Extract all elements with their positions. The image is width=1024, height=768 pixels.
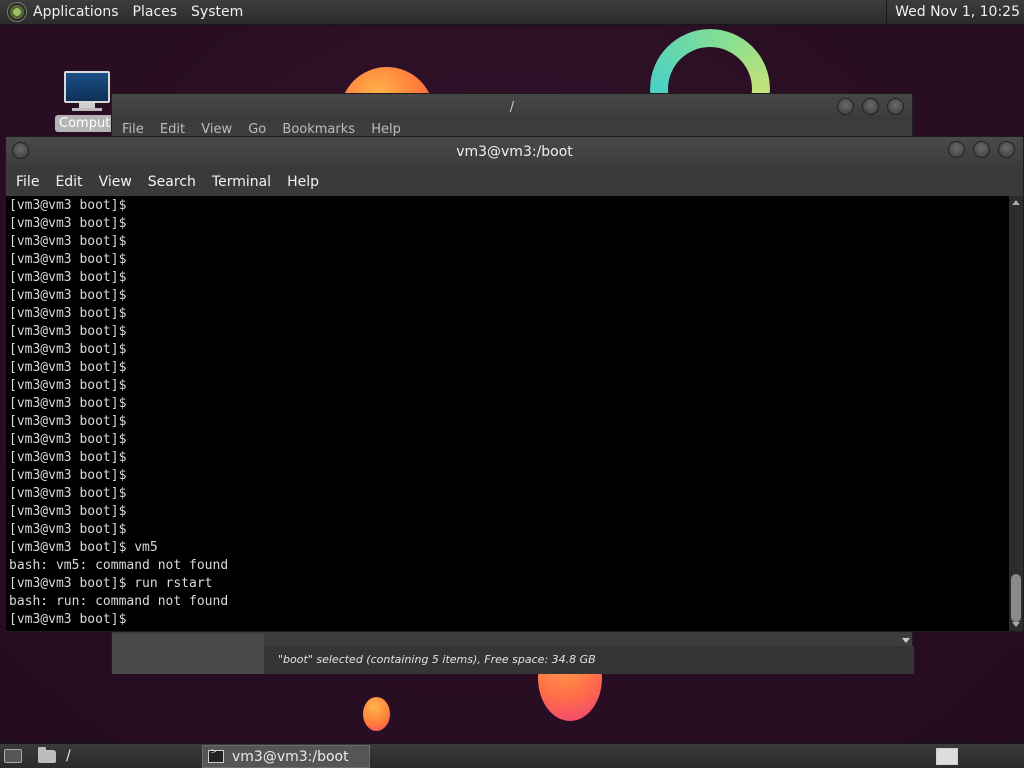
terminal-line: [vm3@vm3 boot]$ [9, 198, 127, 213]
terminal-line: [vm3@vm3 boot]$ [9, 360, 127, 375]
terminal-line: [vm3@vm3 boot]$ [9, 486, 127, 501]
terminal-line: [vm3@vm3 boot]$ [9, 414, 127, 429]
terminal-line: [vm3@vm3 boot]$ [9, 306, 127, 321]
terminal-line: [vm3@vm3 boot]$ [9, 252, 127, 267]
menu-terminal[interactable]: Terminal [207, 174, 279, 190]
scroll-up-arrow-icon[interactable] [1012, 200, 1020, 205]
wallpaper-small-oval [363, 697, 390, 731]
terminal-line: [vm3@vm3 boot]$ [9, 522, 127, 537]
terminal-line: [vm3@vm3 boot]$ [9, 468, 127, 483]
menu-file[interactable]: File [11, 174, 47, 190]
show-desktop-icon[interactable] [4, 749, 22, 763]
terminal-window[interactable]: vm3@vm3:/boot File Edit View Search Term… [5, 136, 1024, 632]
terminal-menubar: File Edit View Search Terminal Help [6, 168, 1023, 195]
scrollbar-thumb[interactable] [1011, 574, 1021, 622]
minimize-button[interactable] [837, 98, 854, 115]
terminal-line: [vm3@vm3 boot]$ [9, 288, 127, 303]
desktop-icon-label: Computer [55, 115, 119, 132]
distro-logo-icon[interactable] [7, 2, 27, 22]
close-button[interactable] [887, 98, 904, 115]
taskbar-item-file-manager[interactable]: / [66, 748, 71, 764]
terminal-line: [vm3@vm3 boot]$ [9, 342, 127, 357]
computer-icon [64, 71, 110, 103]
scroll-down-arrow-icon[interactable] [1012, 622, 1020, 627]
top-panel: Applications Places System Wed Nov 1, 10… [0, 0, 1024, 25]
desktop-computer-icon[interactable]: Computer [55, 71, 119, 136]
minimize-button[interactable] [948, 141, 965, 158]
clock[interactable]: Wed Nov 1, 10:25 [886, 0, 1024, 25]
terminal-line: bash: run: command not found [9, 594, 229, 609]
folder-icon[interactable] [38, 746, 56, 763]
terminal-line: [vm3@vm3 boot]$ [9, 234, 127, 249]
fm-menu-view[interactable]: View [201, 122, 232, 137]
maximize-button[interactable] [973, 141, 990, 158]
bottom-taskbar: / vm3@vm3:/boot [0, 743, 1024, 768]
menu-view[interactable]: View [94, 174, 140, 190]
taskbar-item-label: vm3@vm3:/boot [232, 748, 349, 765]
terminal-line: [vm3@vm3 boot]$ [9, 378, 127, 393]
close-button[interactable] [998, 141, 1015, 158]
menu-places[interactable]: Places [133, 4, 178, 20]
terminal-line: [vm3@vm3 boot]$ [9, 324, 127, 339]
fm-menu-file[interactable]: File [122, 122, 144, 137]
terminal-line: [vm3@vm3 boot]$ [9, 504, 127, 519]
workspace-switcher-icon[interactable] [936, 748, 958, 765]
terminal-title: vm3@vm3:/boot [456, 144, 573, 160]
menu-search[interactable]: Search [143, 174, 204, 190]
menu-applications[interactable]: Applications [33, 4, 119, 20]
menu-edit[interactable]: Edit [50, 174, 90, 190]
file-manager-title: / [509, 100, 515, 115]
terminal-line: [vm3@vm3 boot]$ [9, 396, 127, 411]
terminal-line: [vm3@vm3 boot]$ run rstart [9, 576, 213, 591]
terminal-scrollbar[interactable] [1009, 196, 1023, 631]
terminal-line: [vm3@vm3 boot]$ vm5 [9, 540, 158, 555]
fm-menu-bookmarks[interactable]: Bookmarks [282, 122, 355, 137]
file-manager-sidebar[interactable] [112, 634, 264, 674]
window-menu-button[interactable] [12, 142, 29, 159]
terminal-line: bash: vm5: command not found [9, 558, 229, 573]
terminal-titlebar[interactable]: vm3@vm3:/boot [6, 137, 1023, 168]
menu-system[interactable]: System [191, 4, 243, 20]
terminal-icon [208, 747, 224, 763]
scroll-down-arrow-icon[interactable] [902, 638, 910, 643]
fm-menu-go[interactable]: Go [248, 122, 266, 137]
terminal-line: [vm3@vm3 boot]$ [9, 432, 127, 447]
maximize-button[interactable] [862, 98, 879, 115]
terminal-line: [vm3@vm3 boot]$ [9, 216, 127, 231]
terminal-prompt-line: [vm3@vm3 boot]$ [9, 612, 127, 627]
file-manager-statusbar: "boot" selected (containing 5 items), Fr… [264, 646, 914, 674]
menu-help[interactable]: Help [282, 174, 327, 190]
fm-menu-help[interactable]: Help [371, 122, 401, 137]
terminal-output[interactable]: [vm3@vm3 boot]$ [vm3@vm3 boot]$ [vm3@vm3… [6, 196, 1009, 631]
file-manager-titlebar[interactable]: / [112, 94, 912, 122]
terminal-line: [vm3@vm3 boot]$ [9, 270, 127, 285]
terminal-line: [vm3@vm3 boot]$ [9, 450, 127, 465]
taskbar-item-terminal[interactable]: vm3@vm3:/boot [202, 745, 370, 768]
fm-menu-edit[interactable]: Edit [160, 122, 185, 137]
